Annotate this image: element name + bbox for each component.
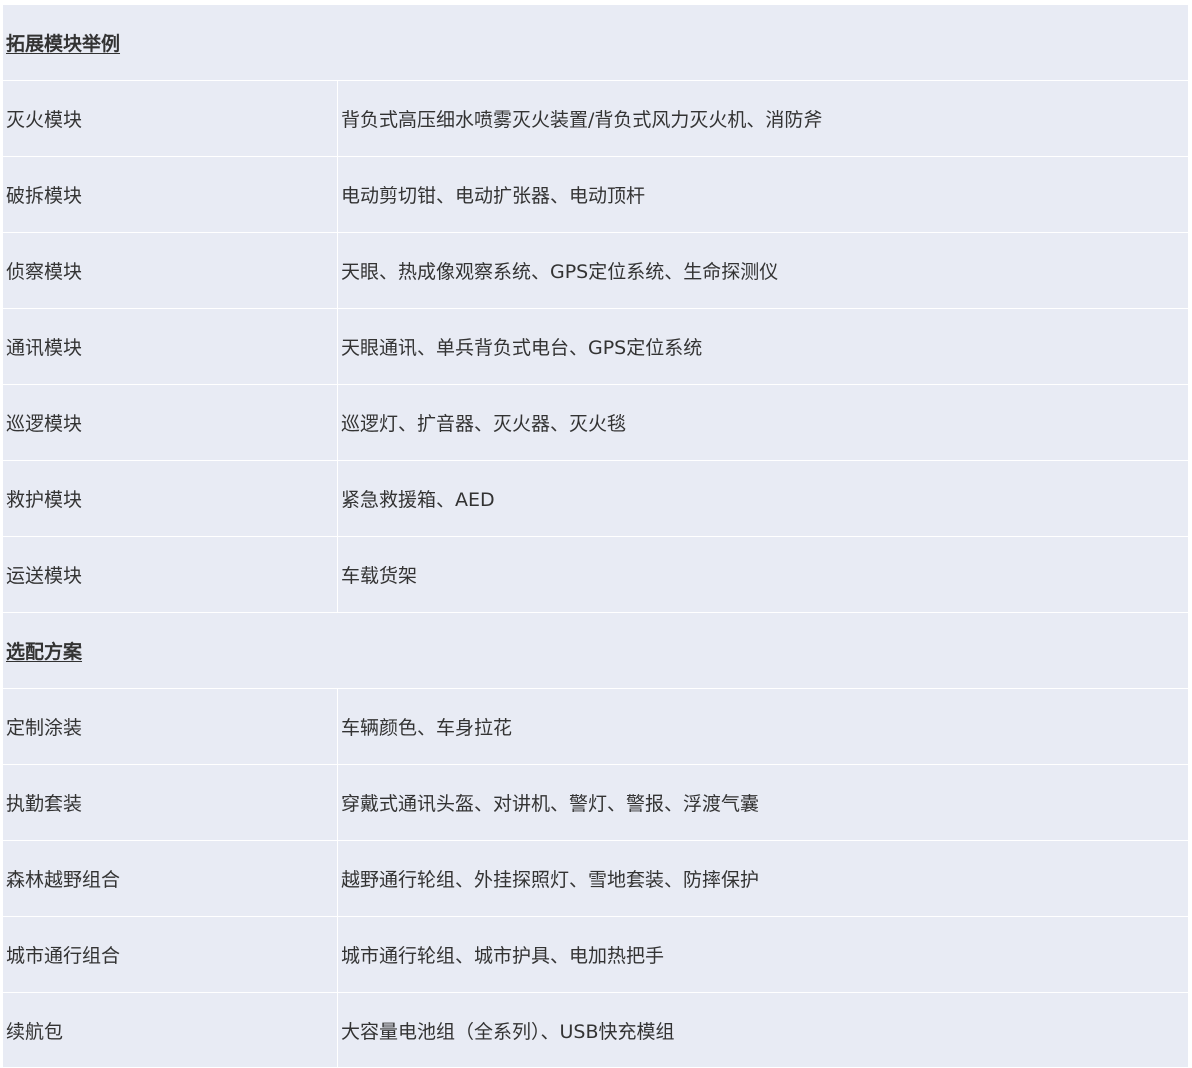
module-description: 车载货架	[341, 565, 418, 587]
section-title: 选配方案	[6, 641, 83, 663]
module-name: 侦察模块	[3, 233, 338, 308]
section-header-expansion-modules: 拓展模块举例	[3, 5, 1188, 81]
option-name: 城市通行组合	[3, 917, 338, 992]
module-name: 破拆模块	[3, 157, 338, 232]
option-description: 越野通行轮组、外挂探照灯、雪地套装、防摔保护	[341, 869, 760, 891]
option-name: 续航包	[3, 993, 338, 1067]
table-row: 救护模块 紧急救援箱、AED	[3, 461, 1188, 537]
module-name: 巡逻模块	[3, 385, 338, 460]
option-description: 穿戴式通讯头盔、对讲机、警灯、警报、浮渡气囊	[341, 793, 760, 815]
table-row: 灭火模块 背负式高压细水喷雾灭火装置/背负式风力灭火机、消防斧	[3, 81, 1188, 157]
table-row: 侦察模块 天眼、热成像观察系统、GPS定位系统、生命探测仪	[3, 233, 1188, 309]
table-row: 续航包 大容量电池组（全系列）、USB快充模组	[3, 993, 1188, 1067]
table-row: 通讯模块 天眼通讯、单兵背负式电台、GPS定位系统	[3, 309, 1188, 385]
module-description: 天眼、热成像观察系统、GPS定位系统、生命探测仪	[341, 261, 779, 283]
option-description: 城市通行轮组、城市护具、电加热把手	[341, 945, 665, 967]
table-row: 森林越野组合 越野通行轮组、外挂探照灯、雪地套装、防摔保护	[3, 841, 1188, 917]
option-name: 森林越野组合	[3, 841, 338, 916]
module-description: 电动剪切钳、电动扩张器、电动顶杆	[341, 185, 646, 207]
table-row: 运送模块 车载货架	[3, 537, 1188, 613]
module-name: 灭火模块	[3, 81, 338, 156]
module-description: 巡逻灯、扩音器、灭火器、灭火毯	[341, 413, 627, 435]
section-title: 拓展模块举例	[6, 33, 121, 55]
section-header-optional-packages: 选配方案	[3, 613, 1188, 689]
table-row: 定制涂装 车辆颜色、车身拉花	[3, 689, 1188, 765]
table-row: 巡逻模块 巡逻灯、扩音器、灭火器、灭火毯	[3, 385, 1188, 461]
table-row: 城市通行组合 城市通行轮组、城市护具、电加热把手	[3, 917, 1188, 993]
module-description: 背负式高压细水喷雾灭火装置/背负式风力灭火机、消防斧	[341, 109, 823, 131]
option-description: 车辆颜色、车身拉花	[341, 717, 513, 739]
module-name: 运送模块	[3, 537, 338, 612]
table-row: 破拆模块 电动剪切钳、电动扩张器、电动顶杆	[3, 157, 1188, 233]
option-description: 大容量电池组（全系列）、USB快充模组	[341, 1020, 675, 1043]
module-description: 紧急救援箱、AED	[341, 489, 495, 511]
module-name: 通讯模块	[3, 309, 338, 384]
option-name: 执勤套装	[3, 765, 338, 840]
option-name: 定制涂装	[3, 689, 338, 764]
module-description: 天眼通讯、单兵背负式电台、GPS定位系统	[341, 337, 703, 359]
module-name: 救护模块	[3, 461, 338, 536]
module-table: 拓展模块举例 灭火模块 背负式高压细水喷雾灭火装置/背负式风力灭火机、消防斧 破…	[3, 5, 1188, 1067]
table-row: 执勤套装 穿戴式通讯头盔、对讲机、警灯、警报、浮渡气囊	[3, 765, 1188, 841]
